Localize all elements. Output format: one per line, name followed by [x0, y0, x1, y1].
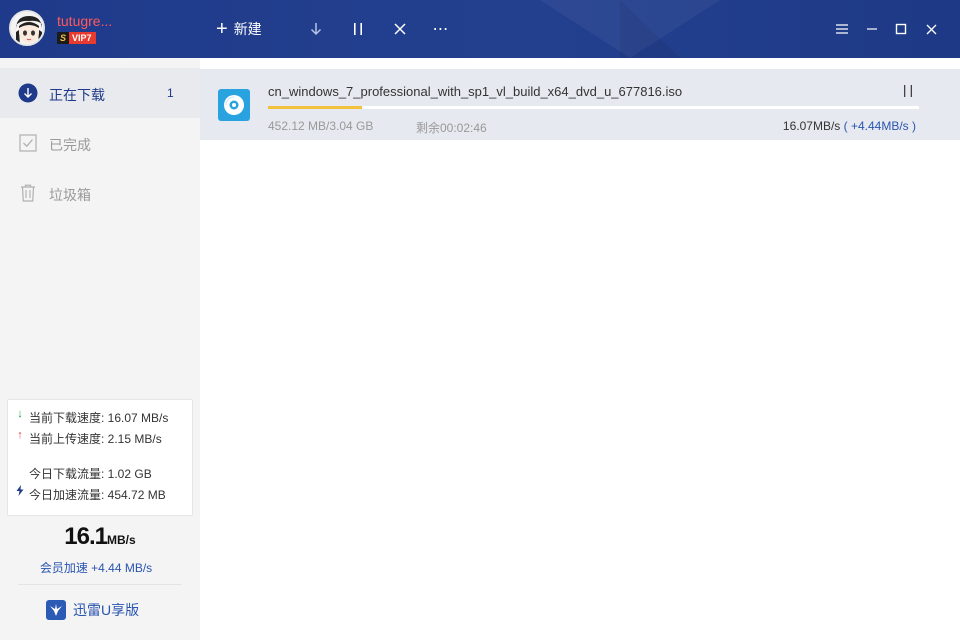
avatar[interactable] [9, 10, 45, 46]
more-icon: ⋯ [432, 21, 450, 38]
file-name: cn_windows_7_professional_with_sp1_vl_bu… [268, 84, 683, 99]
maximize-icon [895, 23, 907, 35]
sidebar-item-label: 正在下载 [49, 87, 105, 103]
pause-all-button[interactable] [348, 17, 368, 41]
downloading-count: 1 [167, 86, 174, 100]
minimize-icon [867, 28, 877, 30]
lightning-icon [15, 485, 25, 499]
arrow-down-icon [310, 23, 322, 36]
time-remaining: 剩余00:02:46 [416, 121, 487, 135]
minimize-button[interactable] [863, 19, 881, 39]
u-edition-label: 迅雷U享版 [73, 602, 140, 618]
maximize-button[interactable] [892, 19, 910, 39]
file-size: 452.12 MB/3.04 GB [268, 119, 374, 133]
total-speed-value: 16.1 [64, 523, 108, 550]
progress-fill [268, 106, 363, 109]
disc-image-icon [218, 89, 250, 121]
progress-bar [268, 106, 919, 109]
titlebar-decoration [620, 0, 680, 58]
sidebar: 正在下载 1 已完成 垃圾箱 ↓ 当前下载速度: 16.07 MB/s ↑ 当前… [0, 58, 200, 640]
pause-task-button[interactable] [900, 83, 916, 99]
vip-accel-speed: 会员加速 +4.44 MB/s [39, 561, 153, 575]
download-row[interactable]: cn_windows_7_professional_with_sp1_vl_bu… [200, 69, 960, 140]
plus-icon: + [216, 18, 228, 40]
close-icon [394, 23, 406, 35]
sidebar-item-trash[interactable]: 垃圾箱 [0, 168, 200, 218]
u-edition-link[interactable]: 迅雷U享版 [46, 600, 139, 620]
username[interactable]: tutugre... [57, 13, 112, 29]
sidebar-item-completed[interactable]: 已完成 [0, 118, 200, 168]
hamburger-menu-icon [836, 24, 848, 34]
speed-stats-panel: ↓ 当前下载速度: 16.07 MB/s ↑ 当前上传速度: 2.15 MB/s… [7, 399, 193, 516]
sidebar-item-label: 垃圾箱 [49, 187, 91, 203]
total-speed: 16.1MB/s [0, 523, 200, 551]
more-button[interactable]: ⋯ [431, 17, 451, 41]
window-close-button[interactable] [922, 19, 940, 39]
pause-icon [904, 85, 912, 97]
menu-button[interactable] [833, 19, 851, 39]
vip-level: VIP7 [69, 32, 96, 44]
current-download-speed: 当前下载速度: 16.07 MB/s [29, 411, 169, 425]
arrow-up-icon: ↑ [17, 429, 23, 441]
today-download-traffic: 今日下载流量: 1.02 GB [29, 467, 152, 481]
new-task-button[interactable]: + 新建 [216, 17, 262, 41]
pause-icon [354, 23, 362, 35]
download-circle-icon [18, 83, 38, 103]
sidebar-item-label: 已完成 [49, 137, 91, 153]
speed-value: 16.07MB/s [782, 119, 841, 133]
thunder-bird-icon [46, 600, 66, 620]
checkbox-icon [18, 133, 38, 153]
start-download-button[interactable] [306, 17, 326, 41]
delete-task-button[interactable] [390, 17, 410, 41]
close-icon [926, 24, 936, 34]
vip-badge[interactable]: S VIP7 [57, 32, 96, 44]
sidebar-item-downloading[interactable]: 正在下载 1 [0, 68, 200, 118]
divider [18, 584, 181, 585]
today-accel-traffic: 今日加速流量: 454.72 MB [29, 488, 166, 502]
new-task-label: 新建 [233, 21, 262, 37]
trash-icon [18, 183, 38, 203]
arrow-down-icon: ↓ [17, 408, 23, 420]
download-speed: 16.07MB/s ( +4.44MB/s ) [783, 119, 916, 133]
accel-speed: ( +4.44MB/s ) [840, 119, 916, 133]
total-speed-unit: MB/s [107, 533, 136, 547]
vip-s-icon: S [57, 32, 69, 44]
title-bar: tutugre... S VIP7 + 新建 ⋯ [0, 0, 960, 58]
download-list: cn_windows_7_professional_with_sp1_vl_bu… [200, 58, 960, 640]
current-upload-speed: 当前上传速度: 2.15 MB/s [29, 432, 162, 446]
